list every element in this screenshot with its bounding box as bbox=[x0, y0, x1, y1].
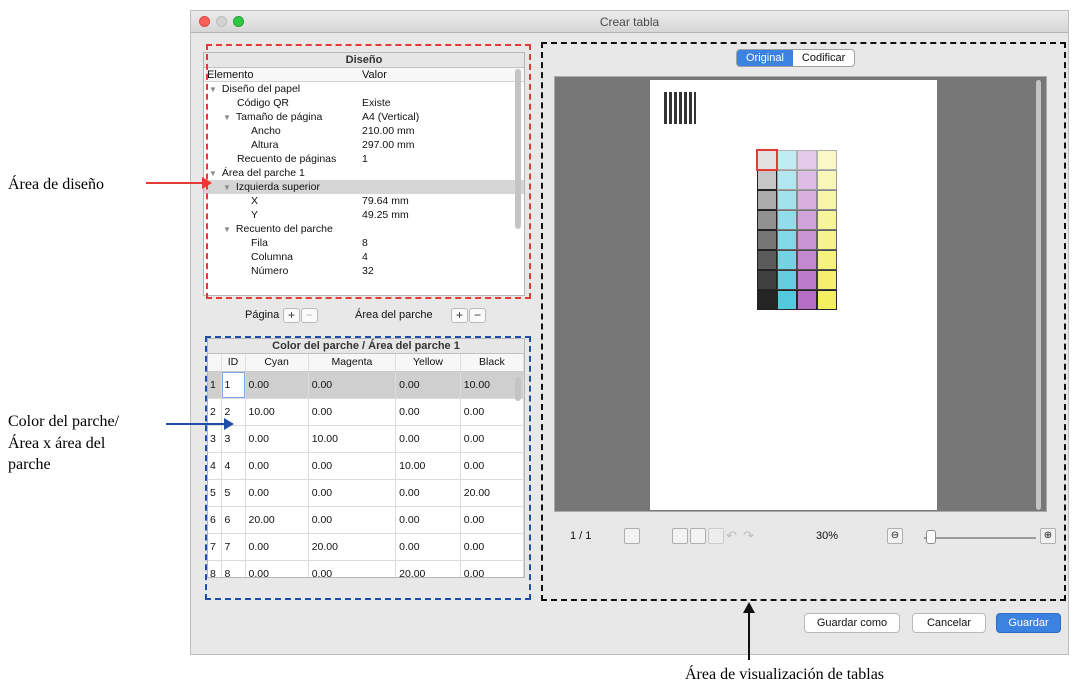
callout-patch-color: Color del parche/ Área x área del parche bbox=[8, 413, 120, 474]
design-area-outline bbox=[206, 44, 531, 299]
callout-table-view-area: Área de visualización de tablas bbox=[685, 666, 885, 683]
zoom-window-icon[interactable] bbox=[233, 16, 244, 27]
callout-design-area: Área de diseño bbox=[8, 176, 104, 193]
remove-page-button[interactable]: − bbox=[301, 308, 318, 323]
cancel-button[interactable]: Cancelar bbox=[912, 613, 986, 633]
add-page-button[interactable]: + bbox=[283, 308, 300, 323]
table-view-arrow-head bbox=[743, 602, 755, 613]
patch-arrow-line bbox=[166, 423, 226, 425]
patch-arrow-head bbox=[224, 418, 234, 430]
design-arrow-line bbox=[146, 182, 204, 184]
patch-area-label: Área del parche bbox=[355, 309, 433, 321]
window-title: Crear tabla bbox=[599, 15, 660, 29]
patch-color-area-outline bbox=[205, 336, 531, 600]
title-bar: Crear tabla bbox=[191, 11, 1068, 33]
save-as-button[interactable]: Guardar como bbox=[804, 613, 900, 633]
page-label: Página bbox=[245, 309, 280, 321]
close-window-icon[interactable] bbox=[199, 16, 210, 27]
save-button[interactable]: Guardar bbox=[996, 613, 1061, 633]
table-view-arrow-line bbox=[748, 612, 750, 660]
table-view-area-outline bbox=[541, 42, 1066, 601]
design-arrow-head bbox=[202, 177, 212, 189]
remove-patch-area-button[interactable]: − bbox=[469, 308, 486, 323]
area-controls: Página + − Área del parche + − bbox=[203, 302, 525, 332]
minimize-window-icon[interactable] bbox=[216, 16, 227, 27]
add-patch-area-button[interactable]: + bbox=[451, 308, 468, 323]
